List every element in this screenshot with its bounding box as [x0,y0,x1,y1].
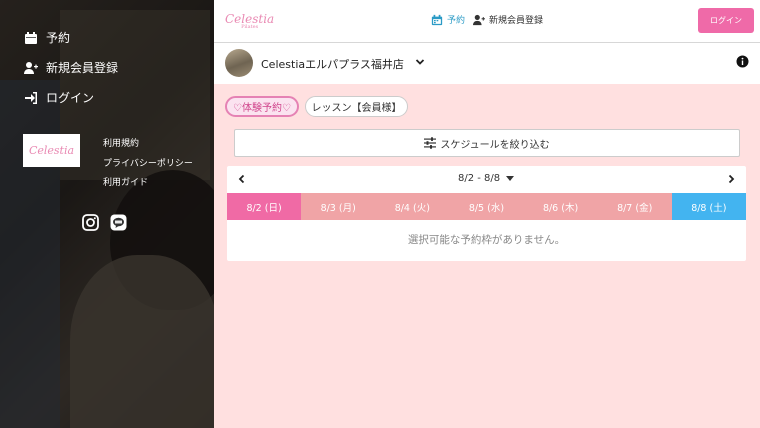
filter-button-label: スケジュールを絞り込む [440,139,550,151]
store-name[interactable]: Celestiaエルパプラス福井店 [261,56,404,72]
footer-links: 利用規約 プライバシーポリシー 利用ガイド [103,135,193,194]
calendar-icon [25,31,37,44]
sidebar-item-label: 新規会員登録 [46,61,119,75]
sidebar-item-register[interactable]: 新規会員登録 [24,59,118,76]
guide-link[interactable]: 利用ガイド [103,174,193,194]
login-button[interactable]: ログイン [698,8,754,33]
day-tabs: 8/2 (日) 8/3 (月) 8/4 (火) 8/5 (水) 8/6 (木) … [227,193,746,220]
sign-in-icon [25,91,37,104]
user-plus-icon [473,14,485,25]
filter-schedule-button[interactable]: スケジュールを絞り込む [234,129,740,157]
sidebar-item-login[interactable]: ログイン [24,89,94,106]
line-icon[interactable] [110,214,127,231]
day-tab-fri[interactable]: 8/7 (金) [597,193,672,220]
header-nav-label: 新規会員登録 [489,16,544,26]
sliders-icon [424,137,437,149]
chevron-left-icon[interactable] [237,174,247,184]
sidebar-item-reserve[interactable]: 予約 [24,29,70,46]
day-tab-wed[interactable]: 8/5 (水) [449,193,524,220]
header-nav-label: 予約 [447,16,466,26]
week-range-label: 8/2 - 8/8 [458,173,501,184]
tab-trial-reservation[interactable]: ♡体験予約♡ [225,96,299,117]
info-icon[interactable] [736,55,749,68]
tab-member-lesson[interactable]: レッスン【会員様】 [305,96,408,117]
top-bar: Celestia Pilates 予約 新規会員登録 ログイン [214,0,760,43]
terms-link[interactable]: 利用規約 [103,135,193,155]
header-brand-logo[interactable]: Celestia Pilates [225,12,274,30]
chevron-down-icon[interactable] [415,57,425,67]
day-tab-sat[interactable]: 8/8 (土) [671,193,746,220]
schedule-calendar: 8/2 - 8/8 8/2 (日) 8/3 (月) 8/4 (火) 8/5 (水… [227,166,746,261]
caret-down-icon [506,175,515,181]
sidebar-logo[interactable]: Celestia [23,134,80,167]
sidebar-item-label: ログイン [46,91,95,105]
calendar-header: 8/2 - 8/8 [227,166,746,193]
week-range-selector[interactable]: 8/2 - 8/8 [458,173,515,184]
day-tab-tue[interactable]: 8/4 (火) [375,193,450,220]
day-tab-mon[interactable]: 8/3 (月) [301,193,376,220]
user-plus-icon [24,61,38,74]
sidebar-item-label: 予約 [46,31,71,45]
main-content: Celestia Pilates 予約 新規会員登録 ログイン Celestia… [214,0,760,428]
day-tab-sun[interactable]: 8/2 (日) [227,193,302,220]
instagram-icon[interactable] [82,214,99,231]
logo-text: Celestia [28,144,75,157]
header-nav-reserve[interactable]: 予約 [431,13,465,26]
header-nav-register[interactable]: 新規会員登録 [473,13,543,26]
empty-slots-message: 選択可能な予約枠がありません。 [407,234,566,246]
chevron-right-icon[interactable] [726,174,736,184]
privacy-link[interactable]: プライバシーポリシー [103,155,193,175]
calendar-icon [431,14,443,25]
store-avatar [225,49,253,77]
day-tab-thu[interactable]: 8/6 (木) [523,193,598,220]
